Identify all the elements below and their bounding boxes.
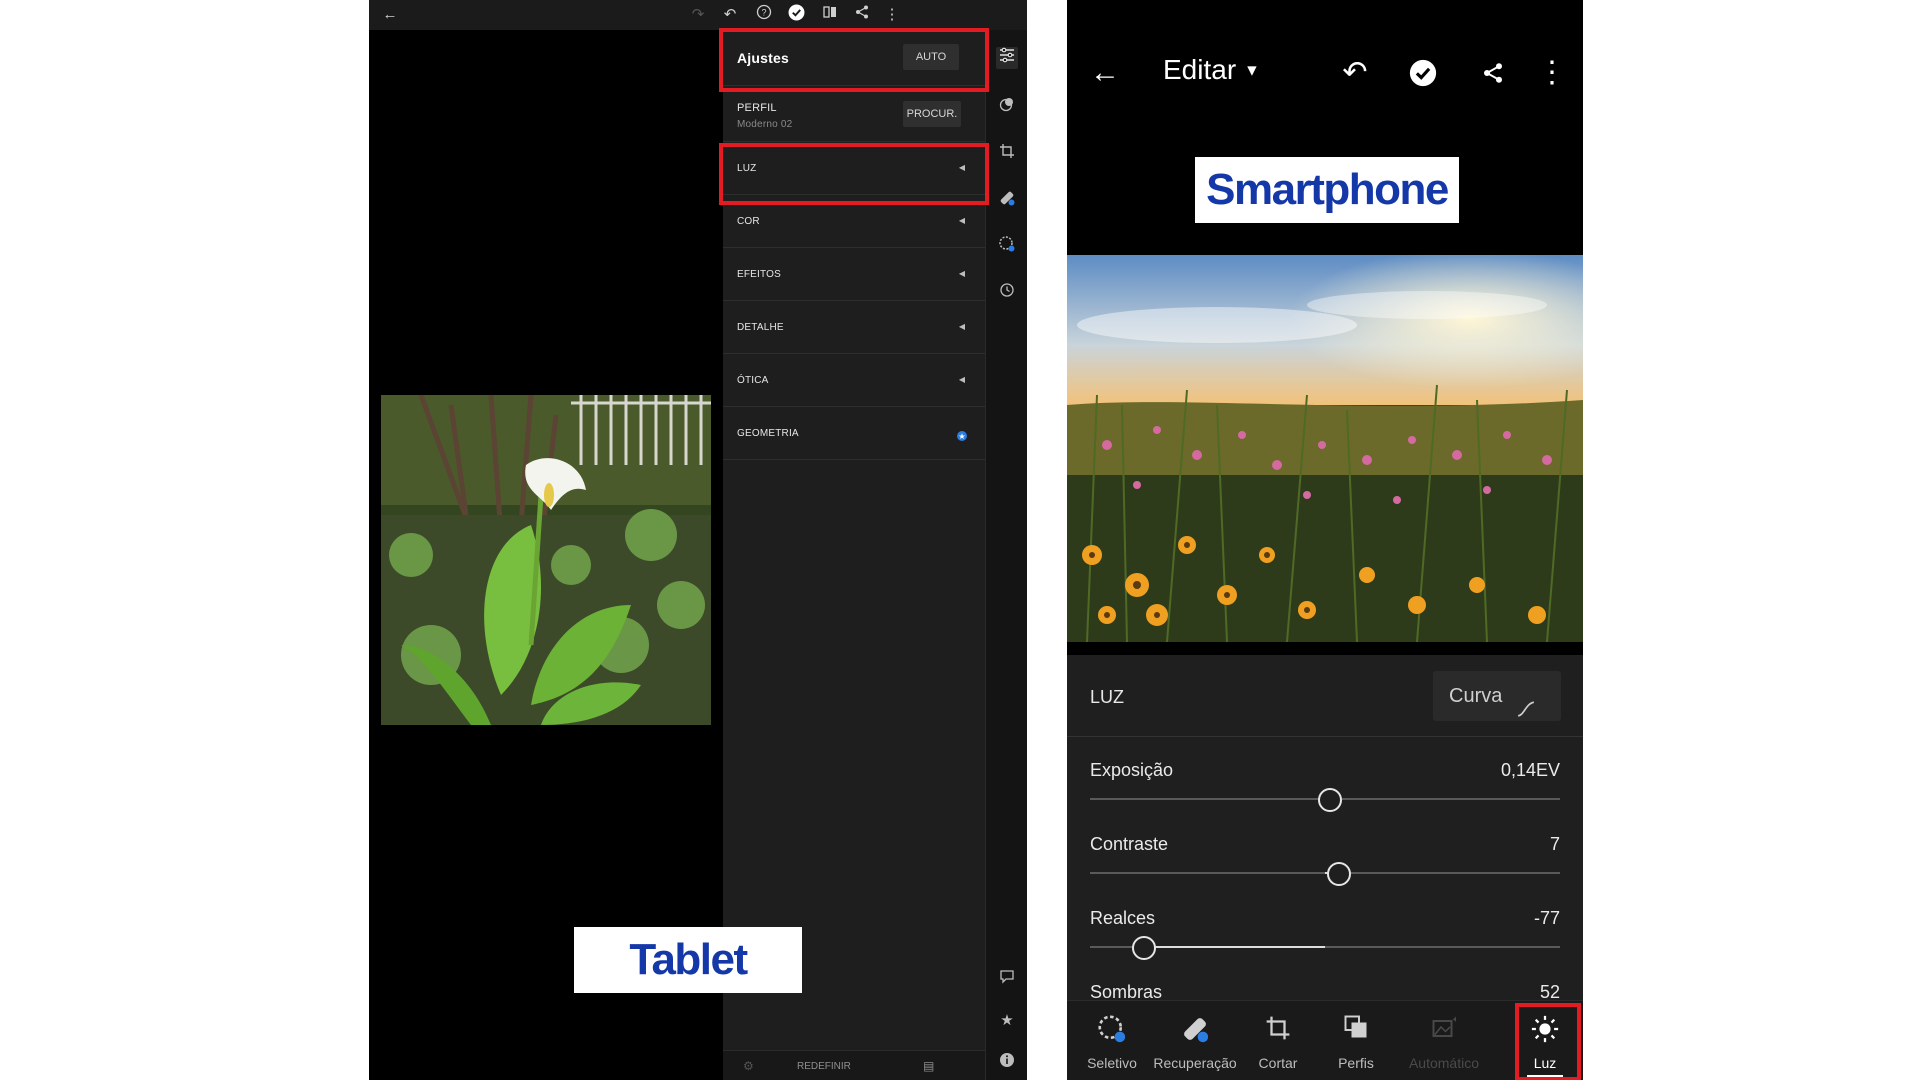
slider-name: Exposição bbox=[1090, 760, 1174, 780]
chevron-down-icon: ▼ bbox=[1243, 62, 1260, 80]
edit-title[interactable]: Editar ▼ bbox=[1163, 54, 1260, 86]
healing-icon bbox=[1147, 1015, 1243, 1045]
slider-name: Realces bbox=[1090, 908, 1156, 928]
tab-profiles-label: Perfis bbox=[1338, 1055, 1374, 1071]
slider-row: Exposição 0,14EV bbox=[1090, 760, 1560, 820]
collapse-arrow-icon: ◀ bbox=[958, 375, 965, 384]
tab-auto[interactable]: ✦ Automático bbox=[1397, 1001, 1491, 1080]
back-arrow-icon[interactable]: ← bbox=[1087, 55, 1123, 91]
section-title: LUZ bbox=[1090, 687, 1125, 707]
slider-value: 7 bbox=[1549, 834, 1560, 854]
section-detail[interactable]: DETALHE ◀ bbox=[723, 301, 985, 354]
section-detail-label: DETALHE bbox=[737, 322, 784, 333]
help-icon[interactable]: ? bbox=[753, 4, 775, 26]
light-section-header: LUZ Curva bbox=[1067, 655, 1583, 737]
tab-selective-label: Seletivo bbox=[1087, 1055, 1137, 1071]
slider-knob[interactable] bbox=[1327, 862, 1352, 886]
selective-icon bbox=[1067, 1015, 1157, 1045]
tab-healing-label: Recuperação bbox=[1153, 1055, 1237, 1071]
curve-icon bbox=[1517, 687, 1535, 737]
slider-value: 0,14EV bbox=[1500, 760, 1560, 780]
star-icon[interactable]: ★ bbox=[996, 1010, 1018, 1032]
tablet-bottom-bar: ⚙ REDEFINIR ▤ bbox=[723, 1050, 985, 1080]
undo-icon[interactable]: ↶ bbox=[719, 4, 741, 26]
back-arrow-icon[interactable]: ← bbox=[379, 4, 401, 26]
sliders-icon[interactable] bbox=[996, 47, 1018, 69]
tab-healing[interactable]: Recuperação bbox=[1147, 1001, 1243, 1080]
svg-text:★: ★ bbox=[958, 432, 965, 441]
curve-button[interactable]: Curva bbox=[1433, 671, 1561, 721]
svg-text:?: ? bbox=[761, 8, 766, 18]
checkmark-icon[interactable] bbox=[785, 4, 807, 26]
browse-profile-button[interactable]: PROCUR. bbox=[903, 101, 961, 127]
section-optics-label: ÓTICA bbox=[737, 375, 769, 386]
reset-button[interactable]: REDEFINIR bbox=[797, 1061, 851, 1072]
section-geometry[interactable]: GEOMETRIA ★ bbox=[723, 407, 985, 460]
premium-badge-icon: ★ bbox=[957, 428, 967, 446]
smartphone-label: Smartphone bbox=[1195, 157, 1459, 223]
slider-value: -77 bbox=[1533, 908, 1560, 928]
slider-knob[interactable] bbox=[1132, 936, 1157, 960]
auto-icon: ✦ bbox=[1397, 1015, 1491, 1045]
phone-photo bbox=[1067, 255, 1583, 642]
presets-icon[interactable]: ⚙ bbox=[743, 1059, 754, 1073]
tab-crop-label: Cortar bbox=[1258, 1055, 1298, 1071]
tab-selective[interactable]: Seletivo bbox=[1067, 1001, 1157, 1080]
profile-label: PERFIL bbox=[737, 102, 777, 114]
history-icon[interactable] bbox=[996, 282, 1018, 304]
profiles-icon bbox=[1319, 1015, 1393, 1045]
profile-value: Moderno 02 bbox=[737, 119, 793, 130]
comparison-canvas: ← ↷ ↶ ? ⋮ Ajustes AUTO PERFIL Moderno 02… bbox=[0, 0, 1920, 1080]
tablet-tool-rail: ★ bbox=[985, 30, 1027, 1080]
crop-icon[interactable] bbox=[996, 143, 1018, 165]
light-panel: LUZ Curva Exposição 0,14EV Contraste 7 Realc… bbox=[1067, 655, 1583, 1002]
collapse-arrow-icon: ◀ bbox=[958, 322, 965, 331]
share-icon[interactable] bbox=[1475, 55, 1511, 94]
highlight-light-section bbox=[719, 143, 989, 205]
profile-row[interactable]: PERFIL Moderno 02 PROCUR. bbox=[723, 86, 985, 142]
tablet-photo bbox=[381, 395, 711, 725]
svg-text:✦: ✦ bbox=[1452, 1016, 1457, 1026]
tab-profiles[interactable]: Perfis bbox=[1319, 1001, 1393, 1080]
checkmark-icon[interactable] bbox=[1405, 55, 1441, 96]
slider-name: Contraste bbox=[1090, 834, 1169, 854]
section-effects-label: EFEITOS bbox=[737, 269, 782, 280]
slider-knob[interactable] bbox=[1317, 788, 1342, 812]
collapse-arrow-icon: ◀ bbox=[958, 216, 965, 225]
curve-label: Curva bbox=[1449, 685, 1503, 707]
tablet-screen: ← ↷ ↶ ? ⋮ Ajustes AUTO PERFIL Moderno 02… bbox=[369, 0, 1027, 1080]
highlight-light-tab bbox=[1515, 1003, 1581, 1080]
slider-row: Realces -77 bbox=[1090, 908, 1560, 968]
crop-icon bbox=[1241, 1015, 1315, 1045]
more-vert-icon[interactable]: ⋮ bbox=[881, 4, 903, 26]
copy-settings-icon[interactable]: ▤ bbox=[923, 1059, 934, 1073]
section-effects[interactable]: EFEITOS ◀ bbox=[723, 248, 985, 301]
compare-icon[interactable] bbox=[819, 4, 841, 26]
tab-crop[interactable]: Cortar bbox=[1241, 1001, 1315, 1080]
slider-row: Contraste 7 bbox=[1090, 834, 1560, 894]
highlight-adjustments bbox=[719, 28, 989, 92]
tab-auto-label: Automático bbox=[1408, 1055, 1480, 1071]
selective-icon[interactable] bbox=[996, 236, 1018, 258]
phone-tool-tabs: Seletivo Recuperação Cortar Perfis Autom… bbox=[1067, 1000, 1583, 1080]
more-vert-icon[interactable]: ⋮ bbox=[1537, 55, 1567, 91]
section-optics[interactable]: ÓTICA ◀ bbox=[723, 354, 985, 407]
healing-icon[interactable] bbox=[996, 190, 1018, 212]
edit-title-label: Editar bbox=[1163, 54, 1237, 85]
slider-fill bbox=[1144, 946, 1325, 948]
tablet-label: Tablet bbox=[574, 927, 802, 993]
share-icon[interactable] bbox=[851, 4, 873, 26]
section-geometry-label: GEOMETRIA bbox=[737, 428, 799, 439]
comment-icon[interactable] bbox=[996, 968, 1018, 990]
undo-icon[interactable]: ↶ bbox=[1337, 55, 1373, 91]
collapse-arrow-icon: ◀ bbox=[958, 269, 965, 278]
info-icon[interactable] bbox=[996, 1052, 1018, 1074]
mask-icon[interactable] bbox=[996, 96, 1018, 118]
redo-icon[interactable]: ↷ bbox=[687, 4, 709, 26]
tablet-topbar: ← ↷ ↶ ? ⋮ bbox=[369, 0, 1027, 30]
section-color-label: COR bbox=[737, 216, 760, 227]
